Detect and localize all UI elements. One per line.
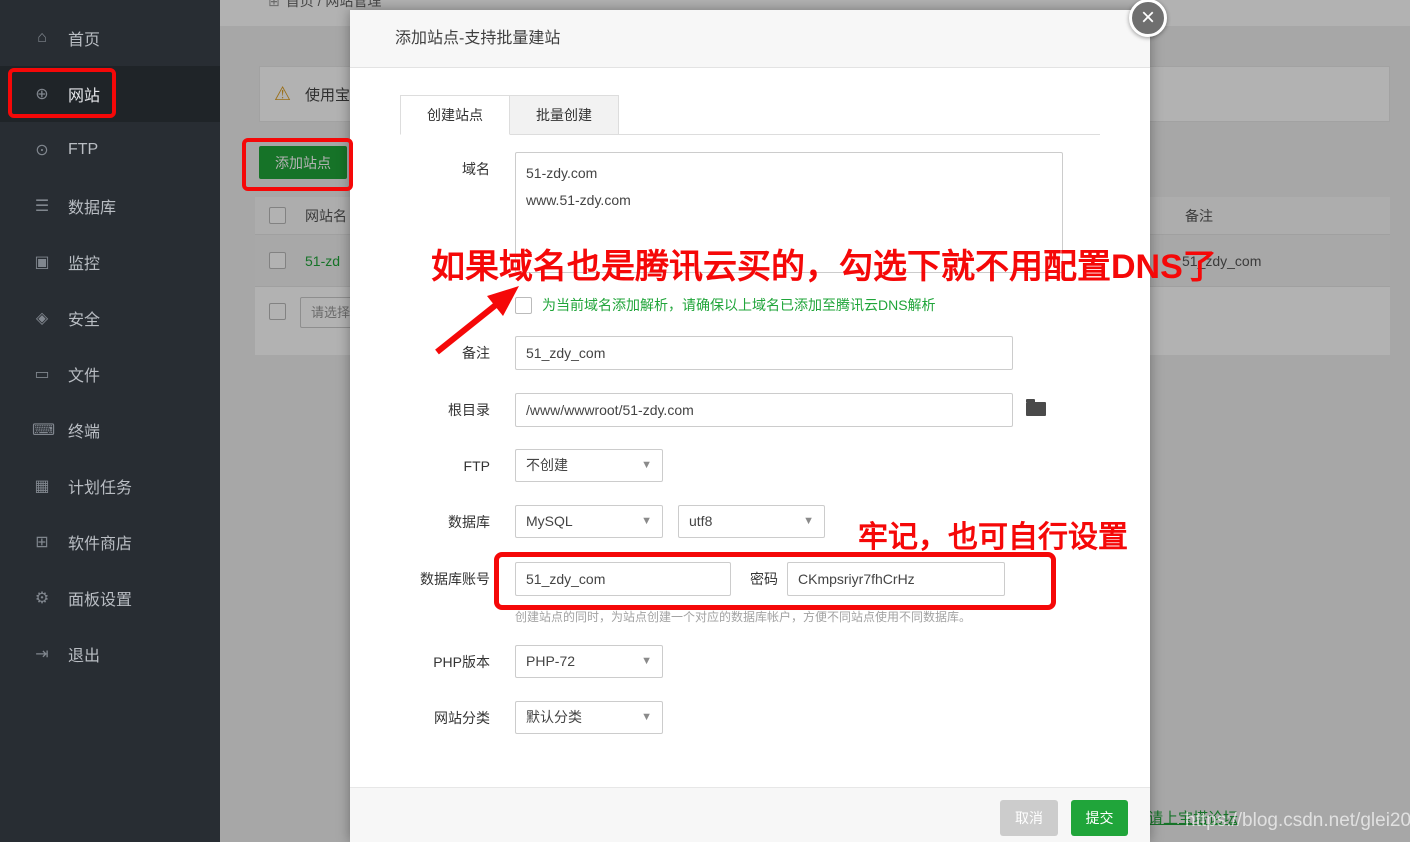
database-help-text: 创建站点的同时，为站点创建一个对应的数据库帐户，方便不同站点使用不同数据库。 [515, 608, 971, 625]
modal-footer: 取消 提交 [350, 787, 1150, 842]
sidebar-item-ftp[interactable]: ⊙ FTP [0, 122, 220, 178]
sidebar-item-label: 数据库 [68, 194, 116, 218]
sidebar-item-label: FTP [68, 141, 98, 159]
ftp-label: FTP [360, 449, 490, 483]
sidebar-item-database[interactable]: ☰ 数据库 [0, 178, 220, 234]
domain-input[interactable]: 51-zdy.com www.51-zdy.com [515, 152, 1063, 273]
domain-label: 域名 [360, 152, 490, 186]
cancel-button[interactable]: 取消 [1000, 800, 1058, 836]
sidebar-item-label: 监控 [68, 250, 100, 274]
terminal-icon: ⌨ [32, 420, 52, 440]
php-version-label: PHP版本 [360, 645, 490, 679]
sidebar-item-website[interactable]: ⊕ 网站 [0, 66, 220, 122]
page: ⌂ 首页 ⊕ 网站 ⊙ FTP ☰ 数据库 ▣ 监控 ◈ 安全 ▭ 文件 ⌨ 终 [0, 0, 1410, 842]
sidebar-item-files[interactable]: ▭ 文件 [0, 346, 220, 402]
sidebar-item-appstore[interactable]: ⊞ 软件商店 [0, 514, 220, 570]
logout-icon: ⇥ [32, 644, 52, 664]
database-account-input[interactable]: 51_zdy_com [515, 562, 731, 596]
sidebar-item-cron[interactable]: ▦ 计划任务 [0, 458, 220, 514]
add-site-modal: 添加站点-支持批量建站 × 创建站点 批量创建 域名 51-zdy.com ww… [350, 10, 1150, 842]
site-category-label: 网站分类 [360, 701, 490, 735]
sidebar-item-label: 计划任务 [68, 474, 132, 498]
chevron-down-icon: ▼ [641, 450, 652, 481]
php-version-select[interactable]: PHP-72 ▼ [515, 645, 663, 678]
tab-batch-create[interactable]: 批量创建 [510, 95, 619, 135]
database-type-select[interactable]: MySQL ▼ [515, 505, 663, 538]
sidebar-item-terminal[interactable]: ⌨ 终端 [0, 402, 220, 458]
calendar-icon: ▦ [32, 476, 52, 496]
database-charset-select[interactable]: utf8 ▼ [678, 505, 825, 538]
folder-icon: ▭ [32, 364, 52, 384]
browse-folder-icon[interactable] [1026, 402, 1046, 416]
sidebar-item-label: 网站 [68, 82, 100, 106]
modal-title: 添加站点-支持批量建站 [395, 10, 560, 68]
chevron-down-icon: ▼ [641, 646, 652, 677]
sidebar-item-logout[interactable]: ⇥ 退出 [0, 626, 220, 682]
ftp-select[interactable]: 不创建 ▼ [515, 449, 663, 482]
remark-label: 备注 [360, 336, 490, 370]
chevron-down-icon: ▼ [641, 506, 652, 537]
ftp-icon: ⊙ [32, 140, 52, 160]
sidebar: ⌂ 首页 ⊕ 网站 ⊙ FTP ☰ 数据库 ▣ 监控 ◈ 安全 ▭ 文件 ⌨ 终 [0, 0, 220, 842]
remark-input[interactable]: 51_zdy_com [515, 336, 1013, 370]
sidebar-item-label: 终端 [68, 418, 100, 442]
database-password-label: 密码 [718, 562, 778, 596]
sidebar-item-panel-settings[interactable]: ⚙ 面板设置 [0, 570, 220, 626]
sidebar-item-home[interactable]: ⌂ 首页 [0, 10, 220, 66]
close-icon[interactable]: × [1129, 0, 1167, 37]
shield-icon: ◈ [32, 308, 52, 328]
site-category-select[interactable]: 默认分类 ▼ [515, 701, 663, 734]
sidebar-item-label: 首页 [68, 26, 100, 50]
database-account-label: 数据库账号 [360, 562, 490, 596]
database-icon: ☰ [32, 196, 52, 216]
dns-resolve-label: 为当前域名添加解析，请确保以上域名已添加至腾讯云DNS解析 [542, 294, 936, 316]
chevron-down-icon: ▼ [641, 702, 652, 733]
database-password-input[interactable]: CKmpsriyr7fhCrHz [787, 562, 1005, 596]
monitor-icon: ▣ [32, 252, 52, 272]
sidebar-item-monitor[interactable]: ▣ 监控 [0, 234, 220, 290]
dns-resolve-checkbox[interactable] [515, 297, 532, 314]
sidebar-item-label: 软件商店 [68, 530, 132, 554]
sidebar-item-label: 面板设置 [68, 586, 132, 610]
root-dir-label: 根目录 [360, 393, 490, 427]
tab-create-site[interactable]: 创建站点 [400, 95, 510, 135]
modal-tabs: 创建站点 批量创建 [400, 95, 1100, 135]
globe-icon: ⊕ [32, 84, 52, 104]
modal-header: 添加站点-支持批量建站 [350, 10, 1150, 68]
sidebar-item-label: 安全 [68, 306, 100, 330]
chevron-down-icon: ▼ [803, 506, 814, 537]
sidebar-item-label: 文件 [68, 362, 100, 386]
root-dir-input[interactable]: /www/wwwroot/51-zdy.com [515, 393, 1013, 427]
appstore-icon: ⊞ [32, 532, 52, 552]
gear-icon: ⚙ [32, 588, 52, 608]
sidebar-item-label: 退出 [68, 642, 100, 666]
home-icon: ⌂ [32, 29, 52, 47]
database-label: 数据库 [360, 505, 490, 539]
sidebar-item-security[interactable]: ◈ 安全 [0, 290, 220, 346]
submit-button[interactable]: 提交 [1071, 800, 1128, 836]
watermark: https://blog.csdn.net/glei20 [1185, 810, 1410, 832]
